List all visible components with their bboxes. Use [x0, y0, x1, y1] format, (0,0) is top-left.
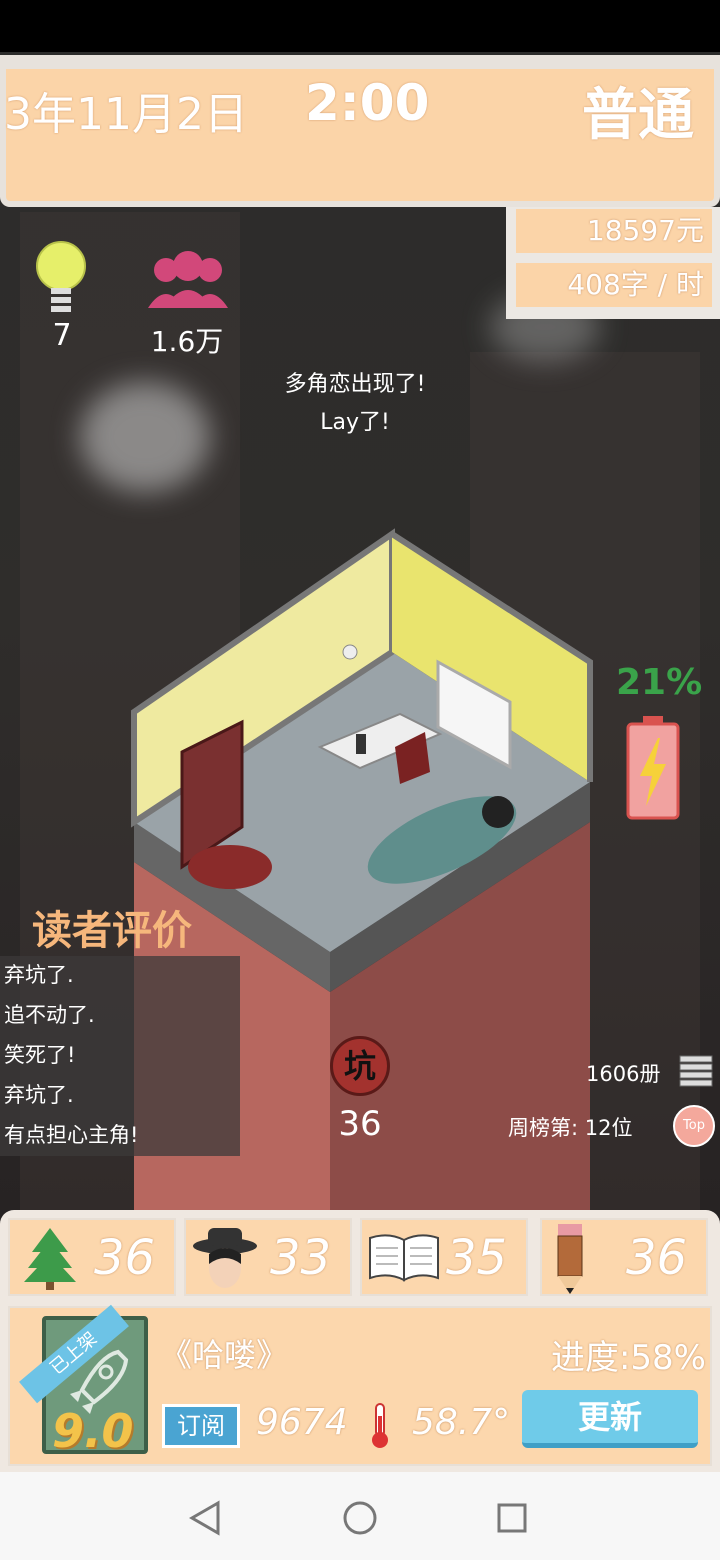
fans-count: 1.6万: [150, 325, 224, 358]
writing-speed-display: 408字 / 时: [516, 263, 712, 307]
game-date: 3年11月2日: [4, 89, 248, 140]
heat-value: 58.7°: [412, 1402, 511, 1443]
fans-icon[interactable]: [144, 250, 232, 312]
back-icon[interactable]: [188, 1500, 222, 1536]
review-item: 追不动了.: [4, 1003, 95, 1027]
attribute-writing[interactable]: 36: [540, 1218, 708, 1296]
tree-icon: [24, 1228, 76, 1290]
review-item: 笑死了!: [4, 1043, 76, 1067]
event-message: 多角恋出现了! Lay了!: [240, 366, 470, 442]
laptop[interactable]: [356, 734, 366, 754]
review-item: 弃坑了.: [4, 1083, 74, 1107]
idea-count: 7: [52, 318, 72, 353]
detective-hat-icon: [193, 1228, 257, 1288]
attribute-literature[interactable]: 35: [360, 1218, 528, 1296]
weekly-rank: 周榜第: 12位: [508, 1116, 633, 1140]
system-navigation-bar: [0, 1472, 720, 1560]
review-item: 有点担心主角!: [4, 1123, 139, 1147]
attribute-mystery[interactable]: 33: [184, 1218, 352, 1296]
lightbulb-icon[interactable]: [34, 240, 88, 320]
rug: [188, 845, 272, 889]
character-head[interactable]: [482, 796, 514, 828]
review-item: 弃坑了.: [4, 963, 74, 987]
money-display: 18597元: [516, 209, 712, 253]
subscriber-count: 9674: [256, 1402, 348, 1443]
attribute-value: 33: [270, 1230, 332, 1286]
reader-reviews-list: 弃坑了. 追不动了. 笑死了! 弃坑了. 有点担心主角!: [0, 956, 240, 1156]
pencil-icon: [557, 1224, 583, 1294]
novel-score: 9.0: [52, 1404, 134, 1458]
recent-apps-icon[interactable]: [496, 1502, 528, 1534]
pit-count: 36: [338, 1104, 382, 1144]
clock-icon: [342, 644, 358, 660]
game-time: 2:00: [305, 74, 430, 132]
novel-title[interactable]: 《哈喽》: [160, 1330, 288, 1376]
reader-reviews-title: 读者评价: [32, 908, 192, 954]
difficulty-label[interactable]: 普通: [582, 70, 694, 151]
attribute-nature[interactable]: 36: [8, 1218, 176, 1296]
open-book-icon: [369, 1234, 439, 1282]
book-stack-icon: [679, 1055, 713, 1087]
attribute-value: 36: [626, 1230, 688, 1286]
subscribe-button[interactable]: 订阅: [162, 1404, 240, 1448]
update-button[interactable]: 更新: [522, 1390, 698, 1448]
event-message-line: 多角恋出现了!: [284, 372, 426, 397]
battery-icon[interactable]: [626, 716, 680, 820]
home-icon[interactable]: [342, 1500, 378, 1536]
window-light: [80, 382, 210, 492]
top-ranking-button[interactable]: Top: [673, 1105, 715, 1147]
pit-badge[interactable]: 坑: [330, 1036, 390, 1096]
resource-panel: 18597元 408字 / 时: [506, 207, 720, 319]
attribute-value: 35: [446, 1230, 508, 1286]
books-sold: 1606册: [586, 1062, 661, 1086]
thermometer-icon: [372, 1403, 388, 1448]
attribute-value: 36: [94, 1230, 156, 1286]
energy-percent: 21%: [616, 662, 703, 703]
event-message-line: Lay了!: [320, 410, 390, 435]
writing-progress: 进度:58%: [550, 1338, 706, 1378]
